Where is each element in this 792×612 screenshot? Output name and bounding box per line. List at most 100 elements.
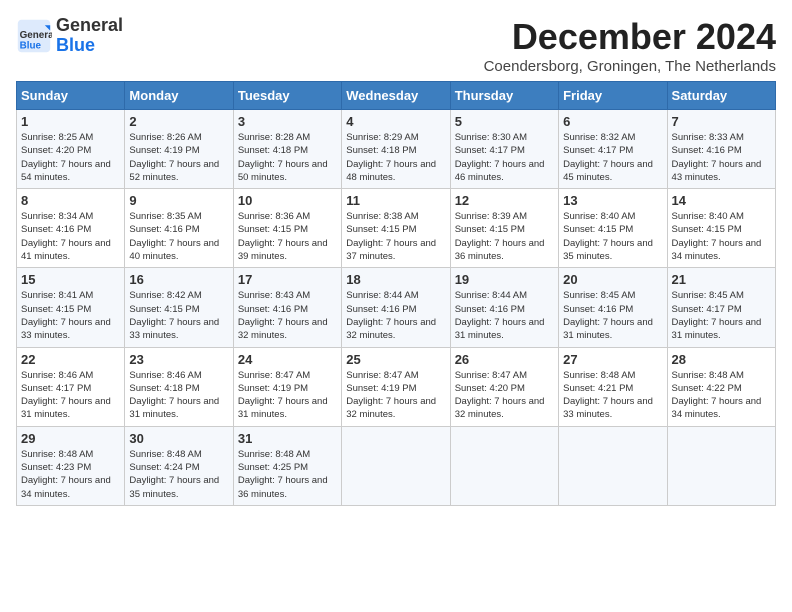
- day-number: 2: [129, 114, 228, 129]
- calendar-cell: [559, 426, 667, 505]
- day-number: 29: [21, 431, 120, 446]
- day-info: Sunrise: 8:39 AM Sunset: 4:15 PM Dayligh…: [455, 210, 554, 263]
- day-number: 8: [21, 193, 120, 208]
- calendar-cell: 14 Sunrise: 8:40 AM Sunset: 4:15 PM Dayl…: [667, 189, 775, 268]
- day-info: Sunrise: 8:45 AM Sunset: 4:16 PM Dayligh…: [563, 289, 662, 342]
- calendar-cell: 19 Sunrise: 8:44 AM Sunset: 4:16 PM Dayl…: [450, 268, 558, 347]
- day-info: Sunrise: 8:40 AM Sunset: 4:15 PM Dayligh…: [563, 210, 662, 263]
- day-info: Sunrise: 8:47 AM Sunset: 4:19 PM Dayligh…: [238, 369, 337, 422]
- logo-icon: General Blue: [16, 18, 52, 54]
- calendar-cell: 31 Sunrise: 8:48 AM Sunset: 4:25 PM Dayl…: [233, 426, 341, 505]
- calendar-cell: 7 Sunrise: 8:33 AM Sunset: 4:16 PM Dayli…: [667, 110, 775, 189]
- calendar-cell: 1 Sunrise: 8:25 AM Sunset: 4:20 PM Dayli…: [17, 110, 125, 189]
- day-number: 17: [238, 272, 337, 287]
- header-wednesday: Wednesday: [342, 82, 450, 110]
- calendar-cell: 30 Sunrise: 8:48 AM Sunset: 4:24 PM Dayl…: [125, 426, 233, 505]
- day-info: Sunrise: 8:48 AM Sunset: 4:23 PM Dayligh…: [21, 448, 120, 501]
- calendar-cell: 15 Sunrise: 8:41 AM Sunset: 4:15 PM Dayl…: [17, 268, 125, 347]
- day-number: 23: [129, 352, 228, 367]
- day-info: Sunrise: 8:38 AM Sunset: 4:15 PM Dayligh…: [346, 210, 445, 263]
- title-area: December 2024 Coendersborg, Groningen, T…: [484, 16, 776, 75]
- day-info: Sunrise: 8:25 AM Sunset: 4:20 PM Dayligh…: [21, 131, 120, 184]
- day-info: Sunrise: 8:32 AM Sunset: 4:17 PM Dayligh…: [563, 131, 662, 184]
- calendar-cell: 9 Sunrise: 8:35 AM Sunset: 4:16 PM Dayli…: [125, 189, 233, 268]
- day-number: 19: [455, 272, 554, 287]
- day-number: 12: [455, 193, 554, 208]
- calendar-cell: 8 Sunrise: 8:34 AM Sunset: 4:16 PM Dayli…: [17, 189, 125, 268]
- header-thursday: Thursday: [450, 82, 558, 110]
- day-info: Sunrise: 8:48 AM Sunset: 4:24 PM Dayligh…: [129, 448, 228, 501]
- logo-blue: Blue: [56, 35, 95, 55]
- day-info: Sunrise: 8:36 AM Sunset: 4:15 PM Dayligh…: [238, 210, 337, 263]
- calendar-week-row: 22 Sunrise: 8:46 AM Sunset: 4:17 PM Dayl…: [17, 347, 776, 426]
- header-friday: Friday: [559, 82, 667, 110]
- calendar-cell: 6 Sunrise: 8:32 AM Sunset: 4:17 PM Dayli…: [559, 110, 667, 189]
- day-number: 28: [672, 352, 771, 367]
- day-info: Sunrise: 8:29 AM Sunset: 4:18 PM Dayligh…: [346, 131, 445, 184]
- day-number: 22: [21, 352, 120, 367]
- calendar-cell: 25 Sunrise: 8:47 AM Sunset: 4:19 PM Dayl…: [342, 347, 450, 426]
- calendar-cell: [450, 426, 558, 505]
- calendar-cell: 10 Sunrise: 8:36 AM Sunset: 4:15 PM Dayl…: [233, 189, 341, 268]
- day-number: 18: [346, 272, 445, 287]
- calendar-week-row: 1 Sunrise: 8:25 AM Sunset: 4:20 PM Dayli…: [17, 110, 776, 189]
- day-info: Sunrise: 8:35 AM Sunset: 4:16 PM Dayligh…: [129, 210, 228, 263]
- calendar-cell: 21 Sunrise: 8:45 AM Sunset: 4:17 PM Dayl…: [667, 268, 775, 347]
- day-info: Sunrise: 8:47 AM Sunset: 4:19 PM Dayligh…: [346, 369, 445, 422]
- day-number: 16: [129, 272, 228, 287]
- day-info: Sunrise: 8:44 AM Sunset: 4:16 PM Dayligh…: [455, 289, 554, 342]
- day-info: Sunrise: 8:44 AM Sunset: 4:16 PM Dayligh…: [346, 289, 445, 342]
- calendar-cell: 18 Sunrise: 8:44 AM Sunset: 4:16 PM Dayl…: [342, 268, 450, 347]
- day-number: 1: [21, 114, 120, 129]
- day-number: 26: [455, 352, 554, 367]
- subtitle: Coendersborg, Groningen, The Netherlands: [484, 58, 776, 75]
- calendar-header-row: SundayMondayTuesdayWednesdayThursdayFrid…: [17, 82, 776, 110]
- calendar-cell: 4 Sunrise: 8:29 AM Sunset: 4:18 PM Dayli…: [342, 110, 450, 189]
- day-info: Sunrise: 8:28 AM Sunset: 4:18 PM Dayligh…: [238, 131, 337, 184]
- day-number: 13: [563, 193, 662, 208]
- calendar-cell: 22 Sunrise: 8:46 AM Sunset: 4:17 PM Dayl…: [17, 347, 125, 426]
- day-number: 21: [672, 272, 771, 287]
- day-number: 20: [563, 272, 662, 287]
- calendar-cell: 13 Sunrise: 8:40 AM Sunset: 4:15 PM Dayl…: [559, 189, 667, 268]
- day-number: 31: [238, 431, 337, 446]
- day-number: 4: [346, 114, 445, 129]
- day-number: 7: [672, 114, 771, 129]
- header-saturday: Saturday: [667, 82, 775, 110]
- month-title: December 2024: [484, 16, 776, 58]
- day-number: 24: [238, 352, 337, 367]
- day-info: Sunrise: 8:46 AM Sunset: 4:17 PM Dayligh…: [21, 369, 120, 422]
- day-info: Sunrise: 8:46 AM Sunset: 4:18 PM Dayligh…: [129, 369, 228, 422]
- day-info: Sunrise: 8:30 AM Sunset: 4:17 PM Dayligh…: [455, 131, 554, 184]
- svg-text:Blue: Blue: [20, 40, 42, 51]
- calendar-week-row: 29 Sunrise: 8:48 AM Sunset: 4:23 PM Dayl…: [17, 426, 776, 505]
- calendar-cell: 5 Sunrise: 8:30 AM Sunset: 4:17 PM Dayli…: [450, 110, 558, 189]
- day-info: Sunrise: 8:33 AM Sunset: 4:16 PM Dayligh…: [672, 131, 771, 184]
- day-number: 3: [238, 114, 337, 129]
- day-info: Sunrise: 8:41 AM Sunset: 4:15 PM Dayligh…: [21, 289, 120, 342]
- calendar-cell: 24 Sunrise: 8:47 AM Sunset: 4:19 PM Dayl…: [233, 347, 341, 426]
- day-info: Sunrise: 8:42 AM Sunset: 4:15 PM Dayligh…: [129, 289, 228, 342]
- calendar-cell: 27 Sunrise: 8:48 AM Sunset: 4:21 PM Dayl…: [559, 347, 667, 426]
- calendar-cell: 23 Sunrise: 8:46 AM Sunset: 4:18 PM Dayl…: [125, 347, 233, 426]
- calendar-cell: 28 Sunrise: 8:48 AM Sunset: 4:22 PM Dayl…: [667, 347, 775, 426]
- logo: General Blue General Blue: [16, 16, 123, 56]
- header: General Blue General Blue December 2024 …: [16, 16, 776, 75]
- calendar-cell: 2 Sunrise: 8:26 AM Sunset: 4:19 PM Dayli…: [125, 110, 233, 189]
- calendar-week-row: 8 Sunrise: 8:34 AM Sunset: 4:16 PM Dayli…: [17, 189, 776, 268]
- day-number: 25: [346, 352, 445, 367]
- calendar-cell: [342, 426, 450, 505]
- calendar-cell: 11 Sunrise: 8:38 AM Sunset: 4:15 PM Dayl…: [342, 189, 450, 268]
- day-info: Sunrise: 8:43 AM Sunset: 4:16 PM Dayligh…: [238, 289, 337, 342]
- header-tuesday: Tuesday: [233, 82, 341, 110]
- day-number: 5: [455, 114, 554, 129]
- calendar-cell: 20 Sunrise: 8:45 AM Sunset: 4:16 PM Dayl…: [559, 268, 667, 347]
- day-info: Sunrise: 8:40 AM Sunset: 4:15 PM Dayligh…: [672, 210, 771, 263]
- day-info: Sunrise: 8:48 AM Sunset: 4:25 PM Dayligh…: [238, 448, 337, 501]
- day-number: 14: [672, 193, 771, 208]
- day-number: 27: [563, 352, 662, 367]
- day-info: Sunrise: 8:26 AM Sunset: 4:19 PM Dayligh…: [129, 131, 228, 184]
- day-info: Sunrise: 8:45 AM Sunset: 4:17 PM Dayligh…: [672, 289, 771, 342]
- calendar-cell: 17 Sunrise: 8:43 AM Sunset: 4:16 PM Dayl…: [233, 268, 341, 347]
- day-info: Sunrise: 8:47 AM Sunset: 4:20 PM Dayligh…: [455, 369, 554, 422]
